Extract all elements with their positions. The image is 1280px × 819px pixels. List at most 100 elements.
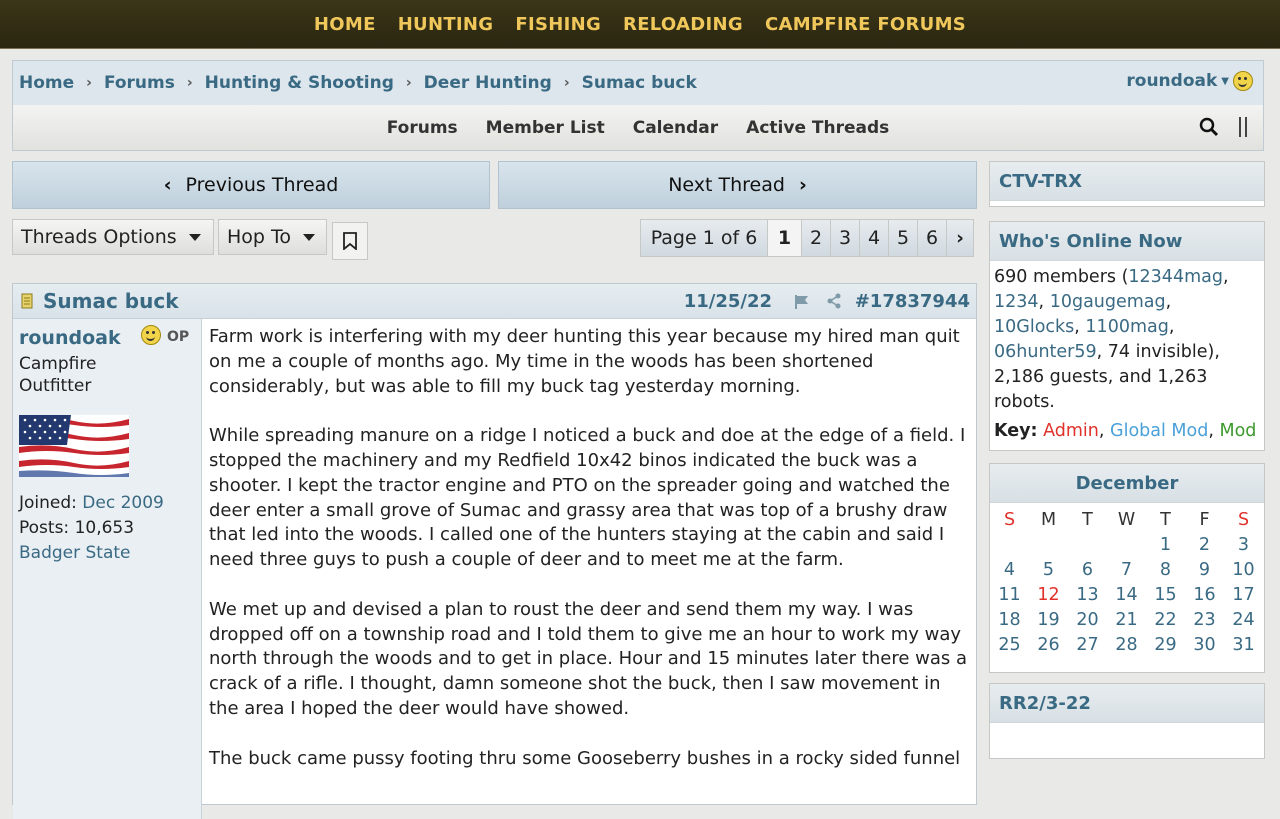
menu-bar: Forums Member List Calendar Active Threa… — [12, 105, 1264, 151]
menu-member-list[interactable]: Member List — [486, 118, 605, 138]
online-member[interactable]: 12344mag — [1128, 267, 1223, 287]
user-menu[interactable]: roundoak ▼ — [1126, 71, 1253, 91]
hop-to-label: Hop To — [227, 226, 292, 248]
calendar-day[interactable]: 29 — [1146, 635, 1185, 655]
topnav-campfire-forums[interactable]: CAMPFIRE FORUMS — [754, 14, 977, 35]
calendar-day[interactable]: 9 — [1185, 560, 1224, 580]
breadcrumb-deer-hunting[interactable]: Deer Hunting — [424, 73, 552, 93]
page-2[interactable]: 2 — [802, 219, 831, 257]
calendar-day[interactable]: 6 — [1068, 560, 1107, 580]
calendar-day[interactable]: 23 — [1185, 610, 1224, 630]
calendar-day[interactable]: 3 — [1224, 535, 1263, 555]
online-member[interactable]: 06hunter59 — [994, 342, 1097, 362]
calendar-day[interactable]: 11 — [990, 585, 1029, 605]
next-thread-button[interactable]: Next Thread › — [498, 161, 977, 209]
post-title[interactable]: Sumac buck — [43, 289, 179, 313]
calendar-day[interactable]: 4 — [990, 560, 1029, 580]
menu-forums[interactable]: Forums — [387, 118, 458, 138]
calendar-day[interactable]: 28 — [1107, 635, 1146, 655]
online-member[interactable]: 1234 — [994, 292, 1039, 312]
calendar-day[interactable]: 8 — [1146, 560, 1185, 580]
ctv-title[interactable]: CTV-TRX — [990, 162, 1264, 201]
online-member[interactable]: 1100mag — [1085, 317, 1168, 337]
menu-active-threads[interactable]: Active Threads — [746, 118, 889, 138]
calendar-day[interactable]: 16 — [1185, 585, 1224, 605]
key-label: Key: — [994, 421, 1038, 441]
caret-down-icon — [188, 233, 201, 241]
rr-title[interactable]: RR2/3-22 — [990, 684, 1264, 723]
menu-calendar[interactable]: Calendar — [633, 118, 718, 138]
calendar-day[interactable]: 15 — [1146, 585, 1185, 605]
calendar-day[interactable]: 17 — [1224, 585, 1263, 605]
page-5[interactable]: 5 — [889, 219, 918, 257]
calendar-day[interactable]: 2 — [1185, 535, 1224, 555]
breadcrumb: Home › Forums › Hunting & Shooting › Dee… — [13, 73, 697, 93]
whos-online-title[interactable]: Who's Online Now — [990, 222, 1264, 261]
joined-date[interactable]: Dec 2009 — [82, 493, 164, 513]
calendar-day[interactable]: 1 — [1146, 535, 1185, 555]
chevron-left-icon: ‹ — [163, 174, 172, 196]
calendar-day[interactable]: 19 — [1029, 610, 1068, 630]
calendar-week: 18 19 20 21 22 23 24 — [990, 607, 1264, 632]
posts-label: Posts: — [19, 518, 70, 538]
online-member[interactable]: 10Glocks — [994, 317, 1074, 337]
calendar-day[interactable]: 7 — [1107, 560, 1146, 580]
breadcrumb-thread[interactable]: Sumac buck — [582, 73, 697, 93]
online-member[interactable]: 10gaugemag — [1050, 292, 1166, 312]
breadcrumb-forums[interactable]: Forums — [104, 73, 175, 93]
topnav-fishing[interactable]: FISHING — [504, 14, 612, 35]
op-badge: OP — [167, 329, 190, 345]
topnav-hunting[interactable]: HUNTING — [387, 14, 505, 35]
calendar-month[interactable]: December — [990, 464, 1264, 503]
username[interactable]: roundoak — [1126, 71, 1217, 91]
post-number[interactable]: #17837944 — [855, 291, 970, 312]
next-page-icon[interactable]: › — [947, 219, 974, 257]
page-1[interactable]: 1 — [768, 219, 802, 257]
calendar-day[interactable]: 5 — [1029, 560, 1068, 580]
calendar-day[interactable]: 21 — [1107, 610, 1146, 630]
breadcrumb-hunting-shooting[interactable]: Hunting & Shooting — [205, 73, 394, 93]
calendar-day[interactable]: 20 — [1068, 610, 1107, 630]
calendar-day[interactable]: 27 — [1068, 635, 1107, 655]
breadcrumb-home[interactable]: Home — [19, 73, 74, 93]
calendar-day[interactable]: 24 — [1224, 610, 1263, 630]
previous-thread-button[interactable]: ‹ Previous Thread — [12, 161, 490, 209]
author-smiley-icon — [141, 325, 161, 345]
threads-options-dropdown[interactable]: Threads Options — [12, 219, 214, 255]
calendar-day[interactable]: 25 — [990, 635, 1029, 655]
smiley-avatar-icon[interactable] — [1233, 71, 1253, 91]
american-flag-avatar — [19, 415, 129, 477]
hop-to-dropdown[interactable]: Hop To — [218, 219, 327, 255]
page-3[interactable]: 3 — [831, 219, 860, 257]
post-body: Farm work is interfering with my deer hu… — [209, 325, 969, 796]
share-icon[interactable] — [826, 293, 842, 309]
calendar-day[interactable]: 13 — [1068, 585, 1107, 605]
page-4[interactable]: 4 — [860, 219, 889, 257]
author-name[interactable]: roundoak — [19, 327, 121, 349]
author-title-line2: Outfitter — [19, 376, 92, 396]
calendar-day[interactable]: 18 — [990, 610, 1029, 630]
topnav-reloading[interactable]: RELOADING — [612, 14, 754, 35]
bookmark-button[interactable] — [332, 222, 368, 260]
search-icon[interactable] — [1199, 117, 1219, 137]
post-paragraph: While spreading manure on a ridge I noti… — [209, 425, 966, 571]
weekday-label: S — [1237, 509, 1250, 530]
calendar-day[interactable]: 14 — [1107, 585, 1146, 605]
calendar-day[interactable]: 30 — [1185, 635, 1224, 655]
flag-icon[interactable] — [794, 294, 810, 310]
previous-thread-label: Previous Thread — [185, 174, 339, 196]
calendar-day[interactable]: 31 — [1224, 635, 1263, 655]
calendar-day[interactable]: 26 — [1029, 635, 1068, 655]
more-menu-icon[interactable] — [1239, 117, 1247, 137]
author-panel: roundoak OP Campfire Outfitter Joined: D… — [13, 319, 202, 819]
page-6[interactable]: 6 — [918, 219, 947, 257]
calendar-day[interactable]: 22 — [1146, 610, 1185, 630]
calendar-day[interactable]: 12 — [1029, 585, 1068, 605]
thread-icon — [21, 293, 33, 309]
topnav-home[interactable]: HOME — [303, 14, 387, 35]
author-location: Badger State — [19, 543, 131, 563]
calendar-weekdays: SMTWTFS — [990, 507, 1264, 532]
caret-down-icon[interactable]: ▼ — [1221, 76, 1229, 87]
chevron-right-icon: › — [86, 75, 92, 91]
calendar-day[interactable]: 10 — [1224, 560, 1263, 580]
